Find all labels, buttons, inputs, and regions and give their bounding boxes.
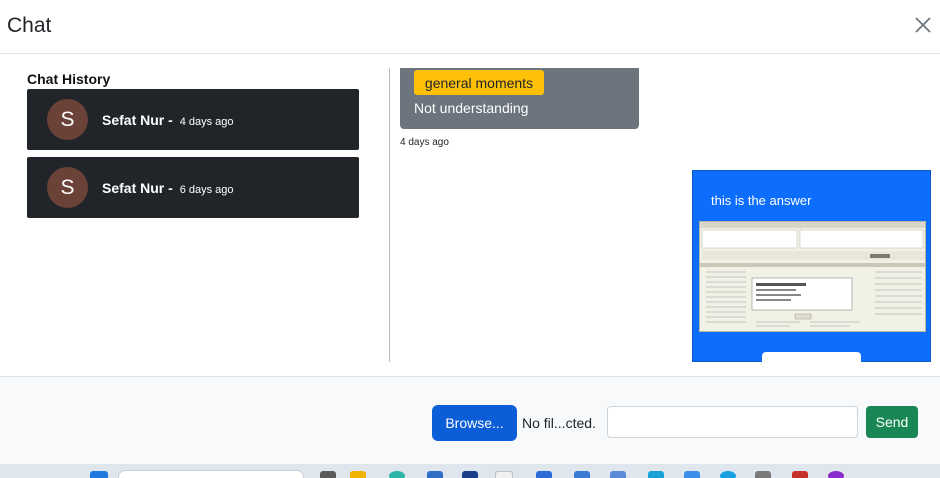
app-icon[interactable] bbox=[648, 471, 664, 478]
avatar: S bbox=[47, 99, 88, 140]
taskbar-search[interactable] bbox=[118, 470, 304, 478]
edge-icon[interactable] bbox=[389, 471, 405, 478]
screenshot-thumbnail-icon bbox=[700, 222, 925, 327]
received-message: general moments Not understanding bbox=[400, 68, 639, 129]
conversation-time: 4 days ago bbox=[179, 116, 234, 128]
modal-title: Chat bbox=[7, 14, 52, 37]
app-icon[interactable] bbox=[610, 471, 626, 478]
windows-start-icon[interactable] bbox=[90, 471, 108, 478]
browse-button[interactable]: Browse... bbox=[432, 405, 517, 441]
taskbar bbox=[0, 464, 940, 478]
app-icon[interactable] bbox=[828, 471, 844, 478]
app-icon[interactable] bbox=[684, 471, 700, 478]
conversation-time: 6 days ago bbox=[179, 184, 234, 196]
topic-tag: general moments bbox=[414, 70, 544, 95]
send-button[interactable]: Send bbox=[866, 406, 918, 438]
attachment-image[interactable] bbox=[699, 221, 926, 332]
app-icon[interactable] bbox=[720, 471, 736, 478]
chat-history-heading: Chat History bbox=[27, 71, 111, 87]
task-view-icon[interactable] bbox=[320, 471, 336, 478]
avatar: S bbox=[47, 167, 88, 208]
conversation-item[interactable]: S Sefat Nur - 4 days ago bbox=[27, 89, 359, 150]
app-icon[interactable] bbox=[574, 471, 590, 478]
attachment-action-button[interactable] bbox=[762, 352, 861, 362]
message-input[interactable] bbox=[607, 406, 858, 438]
conversation-user: Sefat Nur - bbox=[102, 112, 173, 128]
chat-footer: Browse... No fil...cted. Send bbox=[0, 376, 940, 464]
mail-icon[interactable] bbox=[427, 471, 443, 478]
conversation-name: Sefat Nur - 6 days ago bbox=[102, 180, 234, 196]
sent-message: this is the answer bbox=[692, 170, 931, 362]
sent-message-text: this is the answer bbox=[711, 193, 812, 208]
active-app-icon[interactable] bbox=[495, 471, 513, 478]
close-icon[interactable] bbox=[914, 16, 932, 34]
message-area[interactable]: general moments Not understanding 4 days… bbox=[400, 68, 940, 362]
file-explorer-icon[interactable] bbox=[350, 471, 366, 478]
app-icon[interactable] bbox=[462, 471, 478, 478]
received-message-text: Not understanding bbox=[414, 100, 529, 116]
file-status: No fil...cted. bbox=[522, 415, 596, 431]
conversation-name: Sefat Nur - 4 days ago bbox=[102, 112, 234, 128]
conversation-item[interactable]: S Sefat Nur - 6 days ago bbox=[27, 157, 359, 218]
panel-divider bbox=[389, 68, 390, 362]
received-message-time: 4 days ago bbox=[400, 137, 449, 148]
app-icon[interactable] bbox=[755, 471, 771, 478]
conversation-user: Sefat Nur - bbox=[102, 180, 173, 196]
gmail-icon[interactable] bbox=[792, 471, 808, 478]
vscode-icon[interactable] bbox=[536, 471, 552, 478]
modal-header: Chat bbox=[0, 0, 940, 54]
